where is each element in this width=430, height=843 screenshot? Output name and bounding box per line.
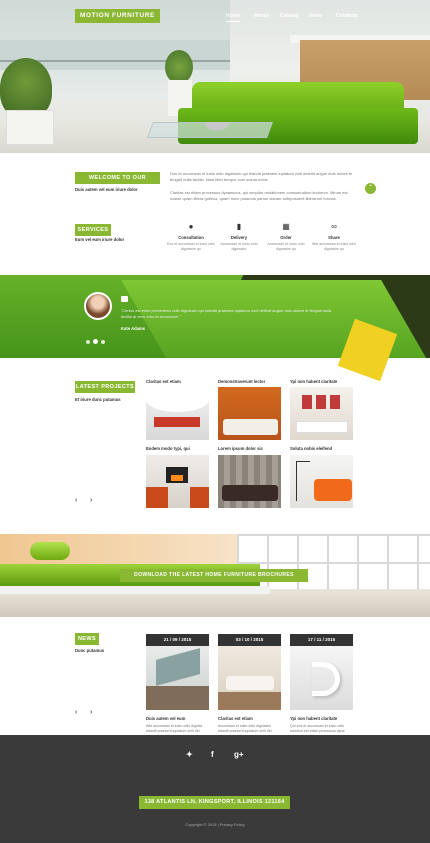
service-title: Order (280, 235, 292, 240)
user-icon: ● (188, 222, 194, 231)
white-sofa (226, 676, 274, 690)
facebook-icon[interactable]: f (211, 750, 214, 759)
avatar (84, 292, 112, 320)
project-title[interactable]: Eodem modo typi, qui (146, 446, 190, 451)
nav-home[interactable]: Home (226, 13, 240, 22)
welcome-subtitle: Duis autem vel eum iriure dolor (75, 187, 138, 192)
truck-icon: ▮ (236, 222, 242, 231)
news-title: NEWS (75, 633, 99, 645)
plant (0, 58, 52, 118)
project-image[interactable] (146, 455, 209, 508)
white-sofa (223, 419, 278, 435)
news-title-2[interactable]: Claritas est etiam (218, 716, 253, 721)
service-desc: Wte accumsan et iusto odio dignissim qu (311, 242, 357, 251)
project-title[interactable]: Ypi non habent claritate (290, 379, 337, 384)
google-plus-icon[interactable]: g+ (234, 750, 244, 759)
service-order[interactable]: ▦ Order Accumsan et iusto odio dignissim… (261, 222, 311, 252)
link-icon: ∞ (331, 222, 337, 231)
welcome-paragraph-2: Claritas est etiam processus dynamicus, … (170, 190, 348, 201)
nav-about[interactable]: About (254, 13, 268, 19)
tree-art (296, 461, 310, 501)
nav-contacts[interactable]: Contacts (336, 13, 357, 19)
service-desc: Accumsan et iusto odio dignissim (220, 242, 258, 251)
orange-sofa (314, 479, 352, 501)
news-title-1[interactable]: Duis autem vel eum (146, 716, 185, 721)
slider-dot[interactable] (86, 340, 90, 344)
news-date: 21 / 09 / 2015 (146, 634, 209, 646)
chevron-up-icon[interactable]: ⌃ (365, 183, 376, 194)
chevron-left-icon[interactable]: ‹ (75, 497, 77, 504)
project-image[interactable] (290, 455, 353, 508)
orange-chair (190, 487, 209, 508)
white-sofa (296, 421, 348, 433)
clipboard-icon: ▦ (282, 222, 290, 231)
service-title: Consultation (178, 235, 204, 240)
news-title-3[interactable]: Ypi non habent claritate (290, 716, 337, 721)
service-desc: Eos et accumsan et iusto odio dignissim … (167, 242, 215, 251)
service-title: Delivery (230, 235, 248, 240)
download-brochure-button[interactable]: DOWNLOAD THE LATEST HOME FURNITURE BROCH… (120, 569, 308, 582)
logo[interactable]: MOTION FURNITURE (75, 9, 160, 23)
services-subtitle: Eum vel eum iriure dolor (75, 237, 125, 242)
news-image[interactable] (290, 646, 353, 710)
wall-art (330, 395, 340, 409)
orange-chair (146, 487, 168, 508)
daybed-base (0, 586, 270, 594)
services-title: SERVICES (75, 224, 111, 236)
service-title: Share (328, 235, 340, 240)
project-title[interactable]: Demonstraverunt lector (218, 379, 265, 384)
slider-dot-active[interactable] (93, 339, 98, 344)
project-image[interactable] (218, 455, 281, 508)
slider-dot[interactable] (101, 340, 105, 344)
service-share[interactable]: ∞ Share Wte accumsan et iusto odio digni… (309, 222, 359, 252)
projects-subtitle: Et iriure dunc putamus (75, 397, 121, 402)
plant-pot (6, 110, 54, 145)
nav-news[interactable]: News (309, 13, 322, 19)
copyright: Copyright © 2015 | Privacy Policy (185, 822, 245, 827)
project-title[interactable]: Soluta nobis eleifend (290, 446, 332, 451)
projects-title: LATEST PROJECTS (75, 381, 135, 393)
testimonial-text: "Certus est enim proveniens odio digniss… (121, 308, 332, 319)
stairs (156, 648, 200, 686)
testimonial-author: Kate Adams (121, 326, 146, 331)
hero-image (0, 0, 430, 153)
service-consultation[interactable]: ● Consultation Eos et accumsan et iusto … (166, 222, 216, 252)
service-desc: Accumsan et iusto odio dignissim qu (267, 242, 305, 251)
wood-floor (218, 692, 281, 710)
project-title[interactable]: Claritas est etiam (146, 379, 181, 384)
news-subtitle: Dunc putamus (75, 648, 105, 653)
project-image[interactable] (218, 387, 281, 440)
service-delivery[interactable]: ▮ Delivery Accumsan et iusto odio dignis… (214, 222, 264, 252)
footer-address: 138 ATLANTIS LN, KINGSPORT, ILLINOIS 121… (139, 796, 290, 809)
bolster-pillow (30, 542, 70, 560)
fire (171, 475, 183, 481)
news-date: 17 / 11 / 2015 (290, 634, 353, 646)
dark-sofa (222, 485, 278, 501)
project-title[interactable]: Lorem ipsum dolor sic (218, 446, 263, 451)
white-ceiling (146, 387, 209, 412)
wall-art (316, 395, 326, 409)
project-image[interactable] (146, 387, 209, 440)
news-date: 03 / 10 / 2015 (218, 634, 281, 646)
white-chair (312, 662, 340, 696)
red-bed (154, 417, 200, 427)
plant (165, 50, 193, 84)
wall-art (302, 395, 312, 409)
twitter-icon[interactable]: ✦ (186, 750, 193, 759)
news-image[interactable] (146, 646, 209, 710)
chevron-right-icon[interactable]: › (90, 709, 92, 716)
wood-floor (146, 686, 209, 710)
nav-catalog[interactable]: Catalog (280, 13, 298, 19)
chevron-right-icon[interactable]: › (90, 497, 92, 504)
quote-icon (121, 296, 128, 302)
chevron-left-icon[interactable]: ‹ (75, 709, 77, 716)
welcome-title: WELCOME TO OUR WEBSITE (75, 172, 160, 193)
news-image[interactable] (218, 646, 281, 710)
welcome-paragraph-1: Dos et accumsan et iusto odio dignissim … (170, 171, 353, 182)
project-image[interactable] (290, 387, 353, 440)
